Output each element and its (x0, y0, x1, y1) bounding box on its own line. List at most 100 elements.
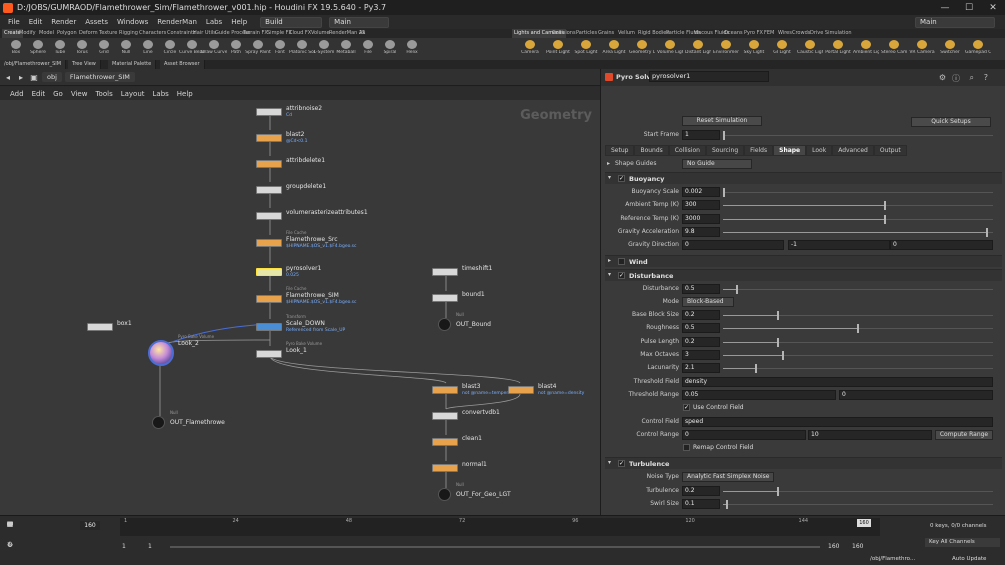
turbulence-field[interactable]: 0.2 (682, 485, 720, 496)
net-menu-view[interactable]: View (67, 90, 92, 98)
section-enable-checkbox[interactable]: ✓ (618, 175, 625, 182)
section-arrow-icon[interactable]: ▸ (608, 257, 611, 264)
desktop-main-right-dropdown[interactable]: Main (915, 16, 995, 28)
net-menu-tools[interactable]: Tools (91, 90, 116, 98)
param-tab-advanced[interactable]: Advanced (832, 145, 874, 156)
tool-switcher[interactable]: Switcher (937, 39, 963, 60)
search-icon[interactable]: ⌕ (970, 73, 974, 83)
base-block-size-slider[interactable] (723, 311, 993, 321)
menu-help[interactable]: Help (227, 18, 251, 26)
max-octaves-field[interactable]: 3 (682, 350, 720, 360)
ambient-temp-k-slider[interactable] (723, 201, 993, 211)
buoyancy-scale-slider[interactable] (723, 188, 993, 197)
shelf-tab-grains[interactable]: Grains (596, 29, 616, 38)
desktop-main-dropdown[interactable]: Main (329, 16, 390, 28)
section-enable-checkbox[interactable]: ✓ (618, 271, 625, 279)
net-menu-edit[interactable]: Edit (28, 90, 50, 98)
menu-labs[interactable]: Labs (202, 18, 226, 26)
tool-gamepad-camera[interactable]: Gamepad Camera (965, 39, 991, 60)
back-arrow-icon[interactable]: ◂ (3, 73, 13, 82)
tool-spot-light[interactable]: Spot Light (573, 39, 599, 60)
base-block-size-field[interactable]: 0.2 (682, 310, 720, 321)
tool-ambient-light[interactable]: Ambient Light (853, 39, 879, 60)
menu-assets[interactable]: Assets (81, 18, 112, 26)
current-frame-field[interactable]: 160 (80, 521, 100, 530)
minimize-button[interactable]: — (933, 3, 957, 13)
shape-guides-dropdown[interactable]: No Guide (682, 159, 752, 169)
param-tab-shape[interactable]: Shape (773, 145, 807, 156)
info-icon[interactable]: ⓘ (952, 73, 960, 84)
param-tab-collision[interactable]: Collision (668, 145, 706, 156)
disturbance-slider[interactable] (723, 284, 993, 294)
range-start-field[interactable]: 1 (122, 543, 126, 550)
section-arrow-icon[interactable]: ▾ (608, 459, 611, 466)
control-field-field[interactable]: speed (682, 416, 993, 427)
disturbance-field[interactable]: 0.5 (682, 283, 720, 294)
disturbance-slider-knob[interactable] (736, 284, 739, 294)
max-octaves-slider[interactable] (723, 351, 993, 360)
tool-geometry-light[interactable]: Geometry Light (629, 39, 655, 60)
shelf-tab-model[interactable]: Model (37, 29, 56, 38)
range-start-field-2[interactable]: 1 (148, 543, 152, 550)
pulse-length-slider-knob[interactable] (776, 337, 779, 347)
section-arrow-icon[interactable]: ▾ (608, 174, 611, 181)
reference-temp-k-slider-knob[interactable] (883, 214, 886, 224)
section-disturbance[interactable]: ▾ ✓ Disturbance (605, 268, 1002, 281)
compute-range-button[interactable]: Compute Range (935, 429, 993, 440)
buoyancy-scale-field[interactable]: 0.002 (682, 187, 720, 197)
shelf-tab-polygon[interactable]: Polygon (55, 29, 79, 38)
jump-end-icon[interactable]: ⏭ (5, 520, 15, 529)
gravity-direction-field-1[interactable]: -1 (788, 240, 890, 251)
pulse-length-field[interactable]: 0.2 (682, 336, 720, 347)
swirl-size-field[interactable]: 0.1 (682, 499, 720, 509)
tab-material-palette[interactable]: Material Palette (108, 60, 157, 69)
param-tab-sourcing[interactable]: Sourcing (705, 145, 745, 156)
remap-control-field-checkbox[interactable] (683, 444, 690, 452)
param-tab-look[interactable]: Look (806, 145, 833, 156)
menu-windows[interactable]: Windows (113, 18, 152, 26)
gravity-acceleration-slider[interactable] (723, 227, 993, 237)
mode-dropdown[interactable]: Block-Based (682, 296, 734, 307)
quick-setups-button[interactable]: Quick Setups (911, 117, 991, 127)
gear-icon[interactable]: ⚙ (939, 73, 946, 82)
lacunarity-slider-knob[interactable] (755, 364, 758, 374)
node-name-field[interactable]: pyrosolver1 (649, 71, 769, 82)
net-menu-add[interactable]: Add (6, 90, 28, 98)
tool-environment-light[interactable]: Environment Light (713, 39, 739, 60)
close-button[interactable]: ✕ (981, 3, 1005, 13)
start-frame-field[interactable]: 1 (682, 130, 720, 140)
section-turbulence[interactable]: ▾ ✓ Turbulence (605, 457, 1002, 470)
swirl-size-slider[interactable] (723, 500, 993, 509)
tool-gi-light[interactable]: GI Light (769, 39, 795, 60)
control-range-min-field[interactable]: 0 (682, 429, 806, 440)
gravity-acceleration-slider-knob[interactable] (985, 227, 988, 237)
reference-temp-k-field[interactable]: 3000 (682, 213, 720, 224)
menu-render[interactable]: Render (47, 18, 80, 26)
roughness-slider[interactable] (723, 324, 993, 334)
tool-portal-light[interactable]: Portal Light (825, 39, 851, 60)
shelf-tab-fem[interactable]: FEM (762, 29, 776, 38)
tool-camera[interactable]: Camera (517, 39, 543, 60)
desktop-build-dropdown[interactable]: Build (260, 16, 323, 28)
net-menu-go[interactable]: Go (49, 90, 67, 98)
tab-tree-view[interactable]: Tree View (68, 60, 101, 69)
gravity-acceleration-field[interactable]: 9.8 (682, 226, 720, 237)
playhead-frame[interactable]: 160 (857, 519, 871, 527)
shelf-tab-ak[interactable]: Ak (357, 29, 367, 38)
tool-stereo-camera[interactable]: Stereo Camera (881, 39, 907, 60)
range-slider[interactable] (170, 546, 820, 548)
shelf-tab-drive-simulation[interactable]: Drive Simulation (808, 29, 854, 38)
menu-edit[interactable]: Edit (25, 18, 47, 26)
start-frame-slider[interactable] (723, 131, 993, 140)
reference-temp-k-slider[interactable] (723, 214, 993, 224)
ambient-temp-k-field[interactable]: 300 (682, 200, 720, 211)
roughness-field[interactable]: 0.5 (682, 323, 720, 334)
range-end-field[interactable]: 160 (828, 543, 839, 550)
noise-type-dropdown[interactable]: Analytic Fast Simplex Noise (682, 472, 774, 483)
reset-simulation-button[interactable]: Reset Simulation (682, 116, 762, 126)
section-buoyancy[interactable]: ▾ ✓ Buoyancy (605, 172, 1002, 184)
param-tab-fields[interactable]: Fields (744, 145, 774, 156)
tool-sky-light[interactable]: Sky Light (741, 39, 767, 60)
roughness-slider-knob[interactable] (857, 324, 859, 334)
shelf-tab-texture[interactable]: Texture (97, 29, 119, 38)
